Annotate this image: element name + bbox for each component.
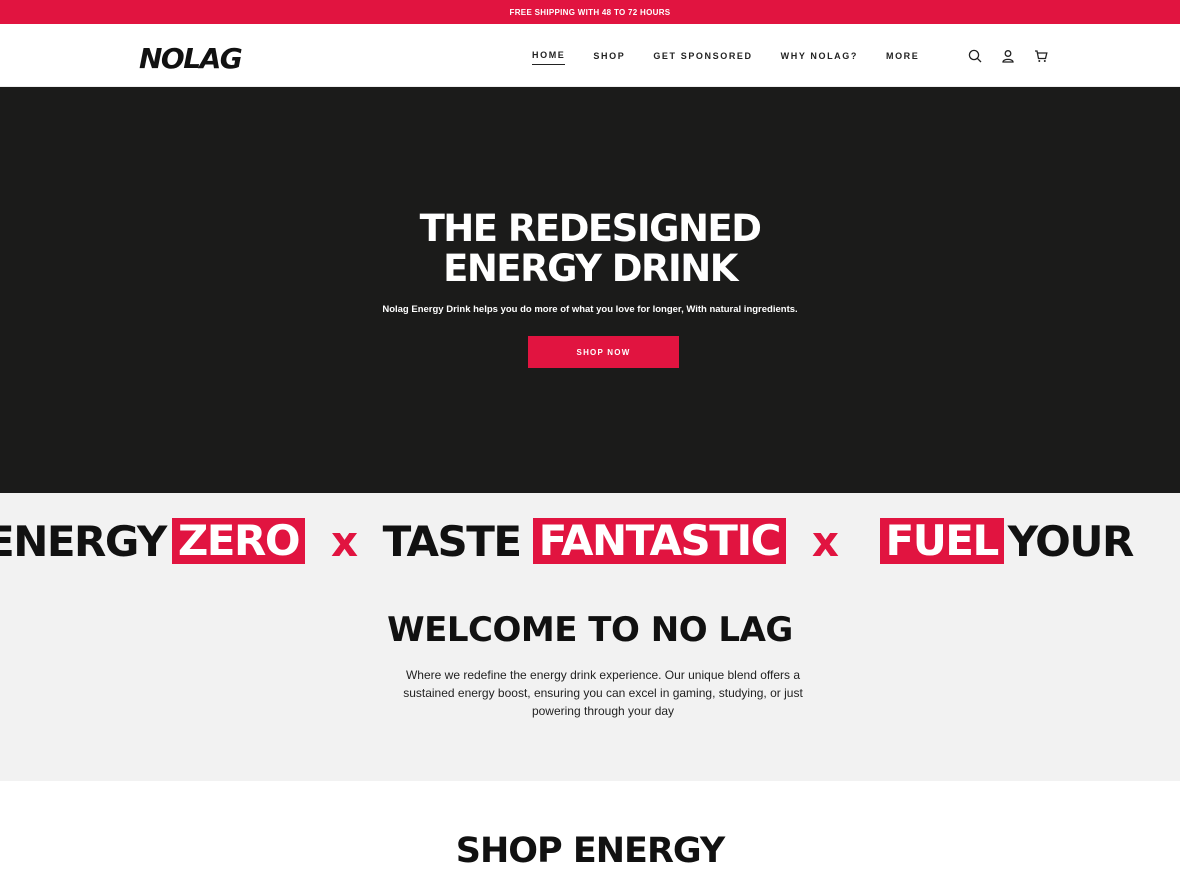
- account-icon[interactable]: [999, 47, 1017, 65]
- ticker-separator: x: [811, 516, 839, 566]
- nav-get-sponsored[interactable]: GET SPONSORED: [653, 47, 752, 65]
- nav-more[interactable]: MORE: [886, 47, 919, 65]
- site-header: NOLAG HOME SHOP GET SPONSORED WHY NOLAG?…: [0, 24, 1180, 87]
- ticker-word-your: YOUR: [1007, 516, 1135, 566]
- hero-banner: THE REDESIGNED ENERGY DRINK Nolag Energy…: [0, 87, 1180, 493]
- logo[interactable]: NOLAG: [137, 43, 273, 71]
- logo-text: NOLAG: [139, 43, 242, 71]
- welcome-title: WELCOME TO NO LAG: [387, 610, 793, 650]
- hero-title-line2: ENERGY DRINK: [443, 247, 738, 290]
- hero-title-line1: THE REDESIGNED: [419, 207, 762, 250]
- ticker-highlight-zero: ZERO: [171, 518, 306, 564]
- ticker-word-taste: TASTE: [382, 516, 522, 566]
- shop-energy-section: SHOP ENERGY: [0, 781, 1180, 871]
- ticker-separator: x: [331, 516, 358, 566]
- shop-energy-title: SHOP ENERGY: [455, 831, 725, 871]
- announcement-bar: FREE SHIPPING WITH 48 TO 72 HOURS: [0, 0, 1180, 24]
- ticker-word-energy: ENERGY: [0, 516, 167, 566]
- announcement-text: FREE SHIPPING WITH 48 TO 72 HOURS: [509, 7, 671, 17]
- search-icon[interactable]: [966, 47, 984, 65]
- welcome-text: Where we redefine the energy drink exper…: [403, 668, 803, 718]
- shop-now-button[interactable]: SHOP NOW: [528, 336, 679, 368]
- welcome-section: ENERGY ZERO x TASTE FANTASTIC x FUEL YOU…: [0, 493, 1180, 781]
- hero-subtitle: Nolag Energy Drink helps you do more of …: [382, 304, 798, 315]
- nav-home[interactable]: HOME: [532, 46, 566, 65]
- main-nav: HOME SHOP GET SPONSORED WHY NOLAG? MORE: [532, 24, 947, 87]
- nav-shop[interactable]: SHOP: [593, 47, 625, 65]
- ticker: ENERGY ZERO x TASTE FANTASTIC x FUEL YOU…: [0, 516, 1135, 566]
- nav-why-nolag[interactable]: WHY NOLAG?: [781, 47, 858, 65]
- ticker-highlight-fuel: FUEL: [879, 518, 1004, 564]
- ticker-highlight-fantastic: FANTASTIC: [532, 518, 786, 564]
- hero-title: THE REDESIGNED ENERGY DRINK: [0, 209, 1180, 289]
- cart-icon[interactable]: [1032, 47, 1050, 65]
- header-icons: [966, 47, 1065, 65]
